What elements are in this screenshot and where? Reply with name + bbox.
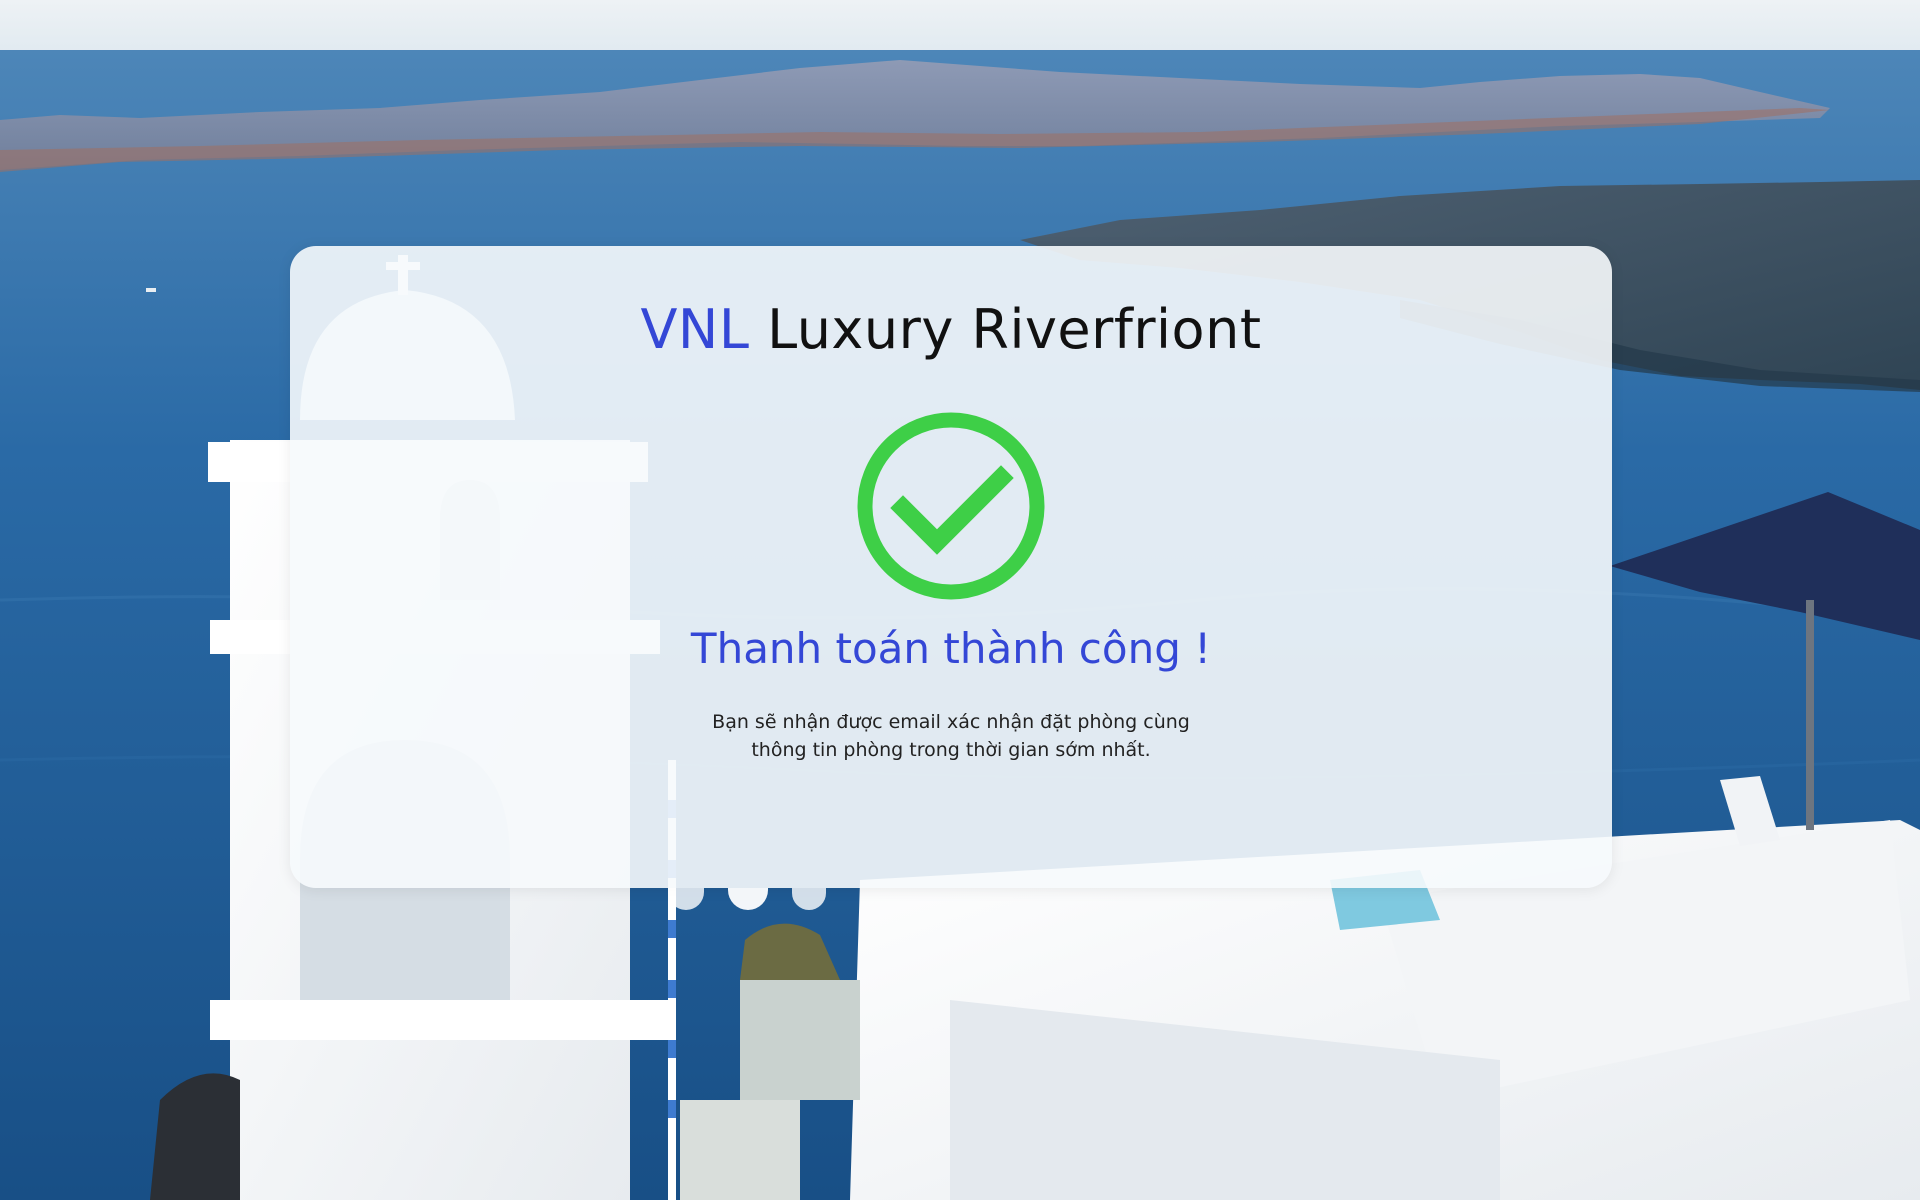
brand-accent: VNL <box>640 298 750 361</box>
payment-success-headline: Thanh toán thành công ! <box>690 624 1212 673</box>
brand-name: Luxury Riverfriont <box>749 298 1262 361</box>
confirmation-message: Bạn sẽ nhận được email xác nhận đặt phòn… <box>290 708 1612 764</box>
message-line-1: Bạn sẽ nhận được email xác nhận đặt phòn… <box>712 711 1190 733</box>
page-background: VNL Luxury Riverfriont Thanh toán thành … <box>0 0 1920 1200</box>
message-line-2: thông tin phòng trong thời gian sớm nhất… <box>751 739 1151 761</box>
payment-success-card: VNL Luxury Riverfriont Thanh toán thành … <box>290 246 1612 888</box>
carousel-dot-1[interactable] <box>668 888 704 910</box>
carousel-dot-2[interactable] <box>728 888 768 910</box>
check-circle-icon <box>855 410 1047 602</box>
carousel-indicators <box>668 888 826 912</box>
hotel-brand-title: VNL Luxury Riverfriont <box>290 298 1612 361</box>
